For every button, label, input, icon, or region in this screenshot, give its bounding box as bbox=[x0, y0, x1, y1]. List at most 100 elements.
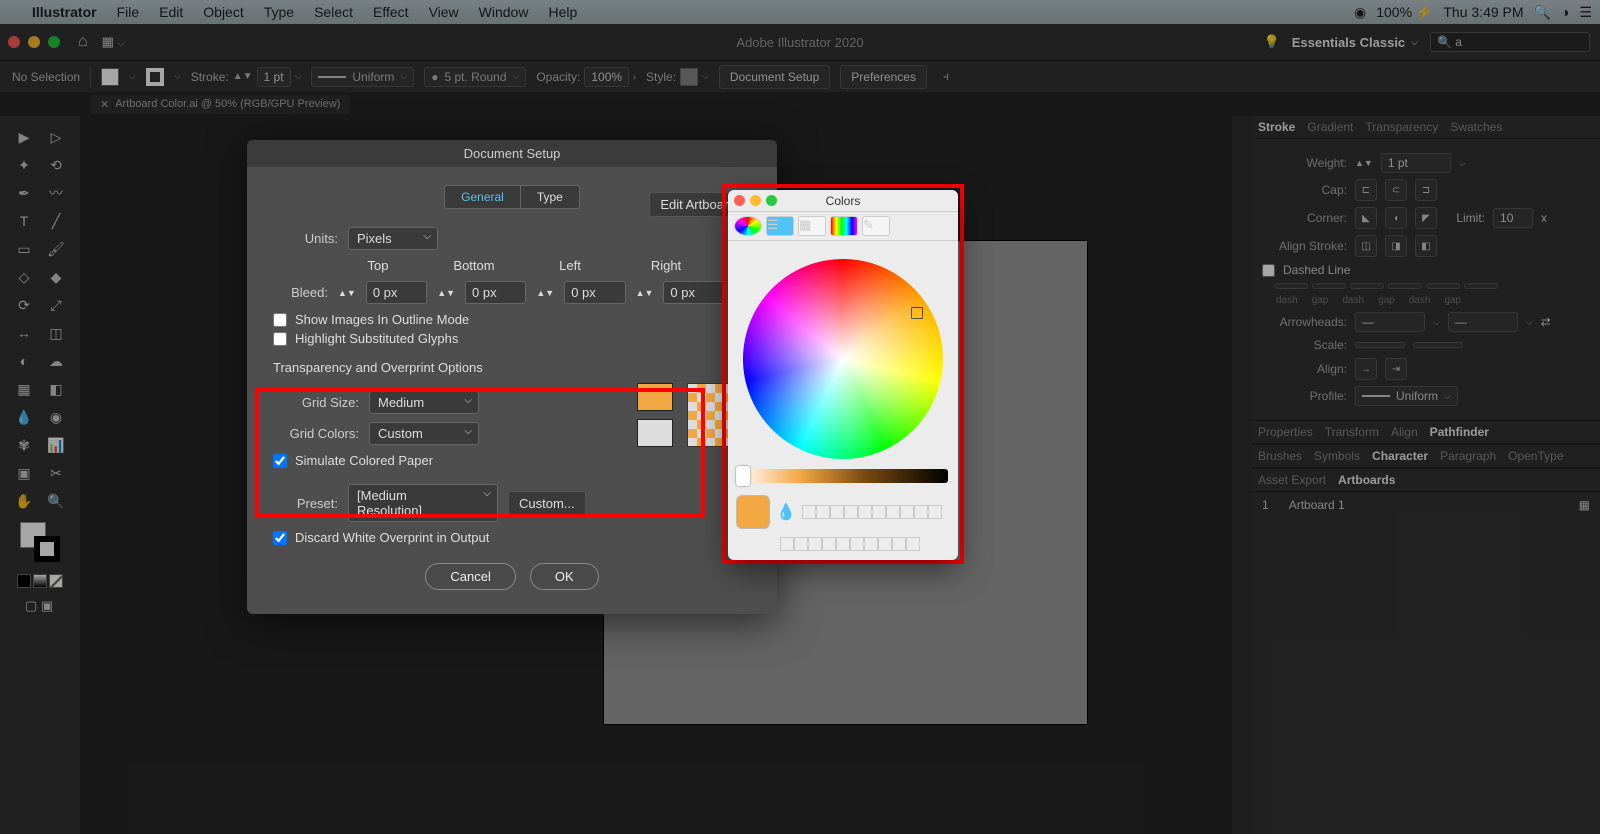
simulate-paper-checkbox[interactable] bbox=[273, 454, 287, 468]
palette-mode-icon[interactable]: ▦ bbox=[798, 216, 826, 236]
tab-pathfinder[interactable]: Pathfinder bbox=[1430, 425, 1489, 439]
spectrum-mode-icon[interactable] bbox=[830, 216, 858, 236]
pencils-mode-icon[interactable]: ✎ bbox=[862, 216, 890, 236]
corner-bevel[interactable]: ◤ bbox=[1415, 207, 1437, 229]
graph-tool[interactable]: 📊 bbox=[42, 432, 70, 458]
eraser-tool[interactable]: ◆ bbox=[42, 264, 70, 290]
corner-round[interactable]: ◖ bbox=[1385, 207, 1407, 229]
width-tool[interactable]: ↔ bbox=[10, 320, 38, 346]
arrow-align-extend[interactable]: → bbox=[1355, 358, 1377, 380]
preset-dropdown[interactable]: [Medium Resolution] bbox=[348, 484, 498, 522]
stroke-swatch[interactable] bbox=[146, 68, 164, 86]
swap-arrows-icon[interactable]: ⇄ bbox=[1541, 315, 1551, 329]
right-dock[interactable] bbox=[1232, 116, 1252, 834]
menu-window[interactable]: Window bbox=[469, 4, 539, 20]
magic-wand-tool[interactable]: ✦ bbox=[10, 152, 38, 178]
wifi-icon[interactable]: ◉ bbox=[1354, 4, 1366, 21]
maximize-icon[interactable] bbox=[48, 36, 60, 48]
bleed-top-input[interactable]: 0 px bbox=[366, 281, 427, 304]
search-input[interactable]: 🔍 a bbox=[1430, 32, 1590, 52]
menu-help[interactable]: Help bbox=[538, 4, 587, 20]
grid-colors-dropdown[interactable]: Custom bbox=[369, 422, 479, 445]
color-wheel-cursor[interactable] bbox=[911, 307, 923, 319]
shaper-tool[interactable]: ◇ bbox=[10, 264, 38, 290]
cap-projecting[interactable]: ⊐ bbox=[1415, 179, 1437, 201]
sliders-mode-icon[interactable]: ☰ bbox=[766, 216, 794, 236]
color-wheel[interactable] bbox=[743, 259, 943, 459]
blend-tool[interactable]: ◉ bbox=[42, 404, 70, 430]
siri-icon[interactable]: ◑ bbox=[1561, 4, 1569, 20]
hand-tool[interactable]: ✋ bbox=[10, 488, 38, 514]
tab-swatches[interactable]: Swatches bbox=[1450, 120, 1502, 134]
tab-opentype[interactable]: OpenType bbox=[1508, 449, 1563, 463]
tab-transparency[interactable]: Transparency bbox=[1365, 120, 1438, 134]
direct-selection-tool[interactable]: ▷ bbox=[42, 124, 70, 150]
close-icon[interactable] bbox=[8, 36, 20, 48]
wheel-mode-icon[interactable] bbox=[734, 216, 762, 236]
grid-size-dropdown[interactable]: Medium bbox=[369, 391, 479, 414]
minimize-icon[interactable] bbox=[750, 195, 761, 206]
ok-button[interactable]: OK bbox=[530, 563, 599, 590]
selected-color-swatch[interactable] bbox=[736, 495, 770, 529]
menu-effect[interactable]: Effect bbox=[363, 4, 419, 20]
fill-stroke-control[interactable] bbox=[20, 522, 60, 562]
cancel-button[interactable]: Cancel bbox=[425, 563, 515, 590]
tab-stroke[interactable]: Stroke bbox=[1258, 120, 1295, 134]
free-transform-tool[interactable]: ◫ bbox=[42, 320, 70, 346]
colors-window-controls[interactable] bbox=[734, 195, 777, 206]
brightness-slider[interactable] bbox=[738, 469, 948, 483]
units-dropdown[interactable]: Pixels bbox=[348, 227, 438, 250]
document-tab[interactable]: ✕ Artboard Color.ai @ 50% (RGB/GPU Previ… bbox=[90, 95, 350, 114]
document-setup-button[interactable]: Document Setup bbox=[719, 65, 830, 89]
corner-miter[interactable]: ◣ bbox=[1355, 207, 1377, 229]
highlight-glyphs-checkbox[interactable] bbox=[273, 332, 287, 346]
stroke-weight-input[interactable]: 1 pt bbox=[257, 67, 291, 87]
arrow-start[interactable]: — bbox=[1355, 312, 1425, 332]
tab-gradient[interactable]: Gradient bbox=[1307, 120, 1353, 134]
selection-tool[interactable]: ▶ bbox=[10, 124, 38, 150]
mesh-tool[interactable]: ▦ bbox=[10, 376, 38, 402]
style-swatch[interactable] bbox=[680, 68, 698, 86]
align-outside[interactable]: ◧ bbox=[1415, 235, 1437, 257]
tab-transform[interactable]: Transform bbox=[1325, 425, 1379, 439]
arrow-align-end[interactable]: ⇥ bbox=[1385, 358, 1407, 380]
artboard-list-item[interactable]: 1 Artboard 1 ▦ bbox=[1252, 492, 1600, 518]
zoom-tool[interactable]: 🔍 bbox=[42, 488, 70, 514]
menu-view[interactable]: View bbox=[419, 4, 469, 20]
stroke-profile-dropdown[interactable]: Uniform⌵ bbox=[311, 67, 414, 87]
window-controls[interactable] bbox=[8, 36, 60, 48]
notifications-icon[interactable]: ☰ bbox=[1579, 4, 1592, 21]
arrow-scale-end[interactable] bbox=[1413, 342, 1463, 348]
dashed-line-checkbox[interactable] bbox=[1262, 264, 1275, 277]
discard-white-checkbox[interactable] bbox=[273, 531, 287, 545]
recent-colors[interactable] bbox=[802, 505, 942, 519]
type-tool[interactable]: T bbox=[10, 208, 38, 234]
tab-asset-export[interactable]: Asset Export bbox=[1258, 473, 1326, 487]
home-icon[interactable]: ⌂ bbox=[78, 33, 88, 51]
menu-edit[interactable]: Edit bbox=[149, 4, 193, 20]
curvature-tool[interactable]: 〰 bbox=[42, 180, 70, 206]
eyedropper-icon[interactable]: 💧 bbox=[776, 502, 796, 522]
gap-input[interactable] bbox=[1388, 283, 1422, 289]
seg-type[interactable]: Type bbox=[520, 185, 580, 209]
grid-color-2-swatch[interactable] bbox=[637, 419, 673, 447]
tab-paragraph[interactable]: Paragraph bbox=[1440, 449, 1496, 463]
lasso-tool[interactable]: ⟲ bbox=[42, 152, 70, 178]
shape-builder-tool[interactable]: ◐ bbox=[10, 348, 38, 374]
menu-file[interactable]: File bbox=[107, 4, 150, 20]
rectangle-tool[interactable]: ▭ bbox=[10, 236, 38, 262]
slice-tool[interactable]: ✂ bbox=[42, 460, 70, 486]
close-tab-icon[interactable]: ✕ bbox=[100, 98, 109, 111]
dash-input[interactable] bbox=[1426, 283, 1460, 289]
arrow-end[interactable]: — bbox=[1448, 312, 1518, 332]
fill-swatch[interactable] bbox=[101, 68, 119, 86]
menu-type[interactable]: Type bbox=[254, 4, 304, 20]
seg-general[interactable]: General bbox=[444, 185, 520, 209]
dash-input[interactable] bbox=[1350, 283, 1384, 289]
grid-color-1-swatch[interactable] bbox=[637, 383, 673, 411]
discover-icon[interactable]: 💡 bbox=[1264, 34, 1280, 50]
line-tool[interactable]: ╱ bbox=[42, 208, 70, 234]
brush-dropdown[interactable]: ●5 pt. Round⌵ bbox=[424, 67, 526, 87]
align-inside[interactable]: ◨ bbox=[1385, 235, 1407, 257]
cap-round[interactable]: ⊂ bbox=[1385, 179, 1407, 201]
